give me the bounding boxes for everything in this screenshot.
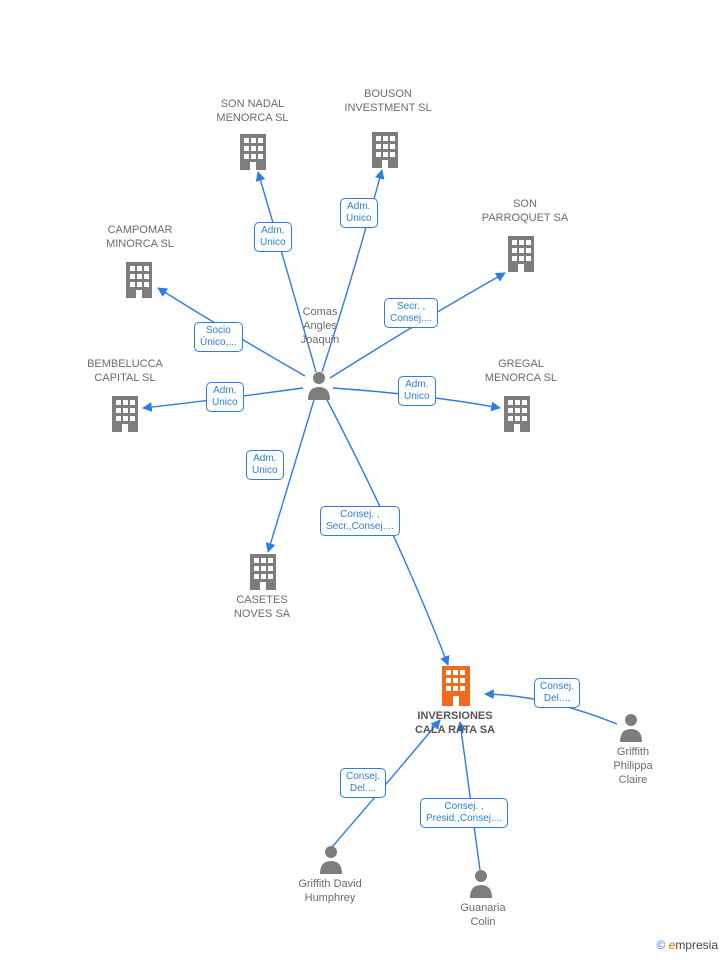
- person-icon: [318, 844, 344, 879]
- building-icon: [246, 550, 280, 595]
- footer-attribution: © empresia: [656, 938, 718, 952]
- edge-label-campomar: Socio Único,...: [194, 322, 243, 352]
- building-icon: [504, 232, 538, 277]
- building-icon: [368, 128, 402, 173]
- diagram-canvas: Comas Angles Joaquin SON NADAL MENORCA S…: [0, 0, 728, 960]
- company-label-bembelucca: BEMBELUCCA CAPITAL SL: [65, 358, 185, 386]
- person-icon: [468, 868, 494, 903]
- brand-name: empresia: [669, 938, 718, 952]
- copyright-symbol: ©: [656, 938, 665, 952]
- edge-label-son-parroquet: Secr. , Consej....: [384, 298, 438, 328]
- building-icon: [108, 392, 142, 437]
- edge-label-david: Consej. Del....: [340, 768, 386, 798]
- company-label-inversiones: INVERSIONES CALA RATA SA: [395, 710, 515, 738]
- building-icon: [236, 130, 270, 175]
- person-label-center: Comas Angles Joaquin: [280, 306, 360, 347]
- edge-label-bembelucca: Adm. Unico: [206, 382, 244, 412]
- edge-label-bouson: Adm. Unico: [340, 198, 378, 228]
- person-label-david: Griffith David Humphrey: [280, 878, 380, 906]
- company-label-son-parroquet: SON PARROQUET SA: [470, 198, 580, 226]
- company-label-bouson: BOUSON INVESTMENT SL: [333, 88, 443, 116]
- edges-layer: [0, 0, 728, 960]
- company-label-son-nadal: SON NADAL MENORCA SL: [200, 98, 305, 126]
- building-icon-focus: [438, 662, 474, 711]
- edge-label-philippa: Consej. Del....: [534, 678, 580, 708]
- building-icon: [122, 258, 156, 303]
- edge-label-gregal: Adm. Unico: [398, 376, 436, 406]
- person-label-colin: Guanaria Colin: [438, 902, 528, 930]
- person-label-philippa: Griffith Philippa Claire: [598, 746, 668, 787]
- building-icon: [500, 392, 534, 437]
- edge-label-inversiones: Consej. , Secr.,Consej....: [320, 506, 400, 536]
- company-label-gregal: GREGAL MENORCA SL: [466, 358, 576, 386]
- company-label-casetes: CASETES NOVES SA: [212, 594, 312, 622]
- person-icon: [618, 712, 644, 747]
- edge-label-colin: Consej. , Presid.,Consej....: [420, 798, 508, 828]
- company-label-campomar: CAMPOMAR MINORCA SL: [80, 224, 200, 252]
- edge-label-son-nadal: Adm. Unico: [254, 222, 292, 252]
- edge-label-casetes: Adm. Unico: [246, 450, 284, 480]
- person-icon: [306, 370, 332, 405]
